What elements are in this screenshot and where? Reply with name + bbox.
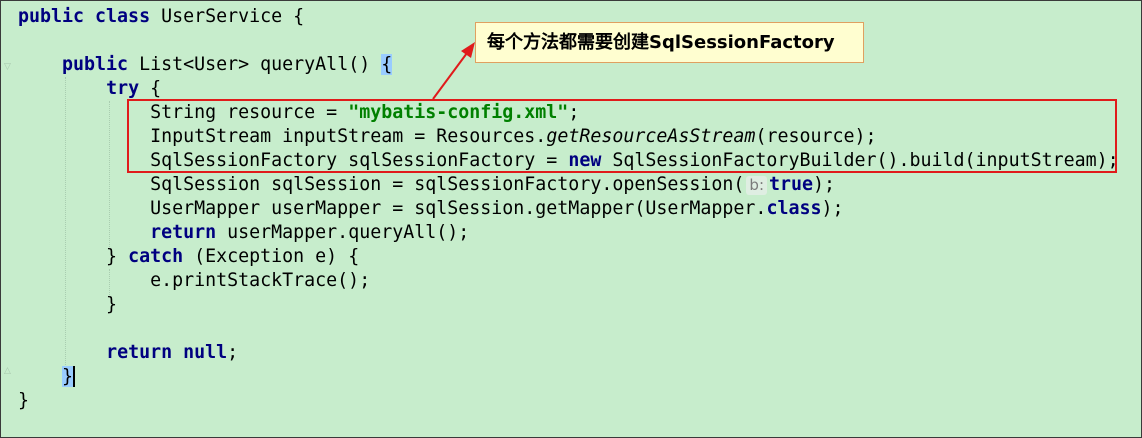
annotation-callout: 每个方法都需要创建SqlSessionFactory — [475, 22, 864, 63]
callout-arrow — [432, 42, 475, 100]
editor-window: ▽ △ public class UserService { public Li… — [0, 0, 1142, 438]
